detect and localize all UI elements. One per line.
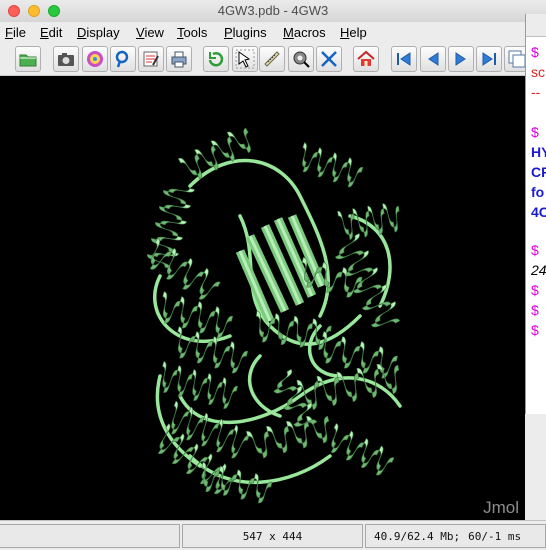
menu-label-rest: iew	[144, 25, 164, 40]
last-frame-icon	[479, 49, 499, 69]
menu-plugins[interactable]: Plugins	[224, 25, 267, 40]
menu-mnemonic: H	[340, 25, 350, 40]
alpha-helix	[330, 423, 395, 476]
open-folder-button[interactable]	[15, 46, 41, 72]
first-frame-icon	[394, 49, 414, 69]
menu-label-rest: acros	[293, 25, 326, 40]
status-canvas-size: 547 x 444	[182, 524, 363, 548]
pick-button[interactable]	[232, 46, 258, 72]
previous-frame-icon	[423, 49, 443, 69]
alpha-helix	[302, 142, 364, 188]
title-bar: 4GW3.pdb - 4GW3	[0, 0, 546, 23]
menu-file[interactable]: File	[5, 25, 26, 40]
menu-label-rest: elp	[349, 25, 367, 40]
previous-frame-button[interactable]	[420, 46, 446, 72]
window-title: 4GW3.pdb - 4GW3	[217, 3, 329, 18]
menu-mnemonic: P	[224, 25, 233, 40]
menu-view[interactable]: View	[136, 25, 164, 40]
protein-cartoon	[147, 127, 402, 504]
menu-display[interactable]: Display	[77, 25, 120, 40]
last-frame-button[interactable]	[476, 46, 502, 72]
menu-bar: File Edit Display View Tools Plugins Macros Hel…	[0, 22, 546, 42]
alpha-helix	[171, 400, 250, 459]
camera-icon	[56, 49, 76, 69]
home-icon	[356, 49, 376, 69]
first-frame-button[interactable]	[391, 46, 417, 72]
script-editor-icon	[141, 49, 161, 69]
menu-mnemonic: F	[5, 25, 13, 40]
console-line: $	[531, 124, 539, 140]
home-button[interactable]	[353, 46, 379, 72]
measure-ruler-button[interactable]	[259, 46, 285, 72]
print-icon	[169, 49, 189, 69]
toolbar	[0, 43, 546, 76]
alpha-helix	[162, 361, 238, 409]
alpha-helix	[177, 127, 251, 180]
alpha-helix	[334, 233, 401, 328]
console-line: sc	[531, 64, 545, 80]
molecule-viewer[interactable]: Jmol	[0, 76, 525, 520]
console-line: $	[531, 44, 539, 60]
status-performance: 40.9/62.4 Mb; 60/-1 ms	[365, 524, 546, 548]
menu-tools[interactable]: Tools	[177, 25, 207, 40]
next-frame-icon	[451, 49, 471, 69]
script-editor-button[interactable]	[138, 46, 164, 72]
center-button[interactable]	[316, 46, 342, 72]
menu-label-rest: ile	[12, 25, 26, 40]
pick-icon	[235, 49, 255, 69]
pdf-icon	[113, 49, 133, 69]
menu-edit[interactable]: Edit	[40, 25, 62, 40]
menu-label-rest: isplay	[86, 25, 120, 40]
status-fps: 60/-1 ms	[468, 529, 522, 543]
console-line: 4C	[531, 204, 546, 220]
menu-label-rest: lugins	[232, 25, 267, 40]
console-icon	[507, 49, 527, 69]
povray-button[interactable]	[82, 46, 108, 72]
console-line: --	[531, 84, 541, 100]
status-memory: 40.9/62.4 Mb;	[374, 529, 461, 543]
camera-button[interactable]	[53, 46, 79, 72]
menu-help[interactable]: Help	[340, 25, 367, 40]
jmol-watermark: Jmol	[483, 498, 519, 517]
console-line: $	[531, 242, 539, 258]
alpha-helix	[177, 326, 249, 374]
status-message	[0, 524, 180, 548]
status-bar: 547 x 444 40.9/62.4 Mb; 60/-1 ms	[0, 520, 546, 550]
rotate-icon	[206, 49, 226, 69]
pdf-button[interactable]	[110, 46, 136, 72]
menu-label-rest: dit	[48, 25, 63, 40]
console-line: $	[531, 322, 539, 338]
spin-icon	[291, 49, 311, 69]
open-folder-icon	[18, 49, 38, 69]
alpha-helix	[162, 291, 234, 339]
alpha-helix	[337, 203, 400, 240]
menu-mnemonic: E	[40, 25, 49, 40]
console-line: $	[531, 302, 539, 318]
next-frame-button[interactable]	[448, 46, 474, 72]
menu-mnemonic: D	[77, 25, 87, 40]
script-console[interactable]: $ sc -- $ HY CF fo 4C $24 $ $ $	[525, 14, 546, 414]
console-line: 24	[531, 262, 546, 278]
povray-icon	[85, 49, 105, 69]
menu-mnemonic: M	[283, 25, 294, 40]
console-line: $	[531, 282, 539, 298]
loop	[248, 354, 282, 418]
measure-ruler-icon	[262, 49, 282, 69]
console-line: HY	[531, 144, 546, 160]
console-header	[526, 14, 546, 37]
menu-macros[interactable]: Macros	[283, 25, 326, 40]
spin-button[interactable]	[288, 46, 314, 72]
menu-label-rest: ools	[183, 25, 208, 40]
console-line: CF	[531, 164, 546, 180]
center-icon	[319, 49, 339, 69]
rotate-button[interactable]	[203, 46, 229, 72]
print-button[interactable]	[166, 46, 192, 72]
console-line: fo	[531, 184, 545, 200]
